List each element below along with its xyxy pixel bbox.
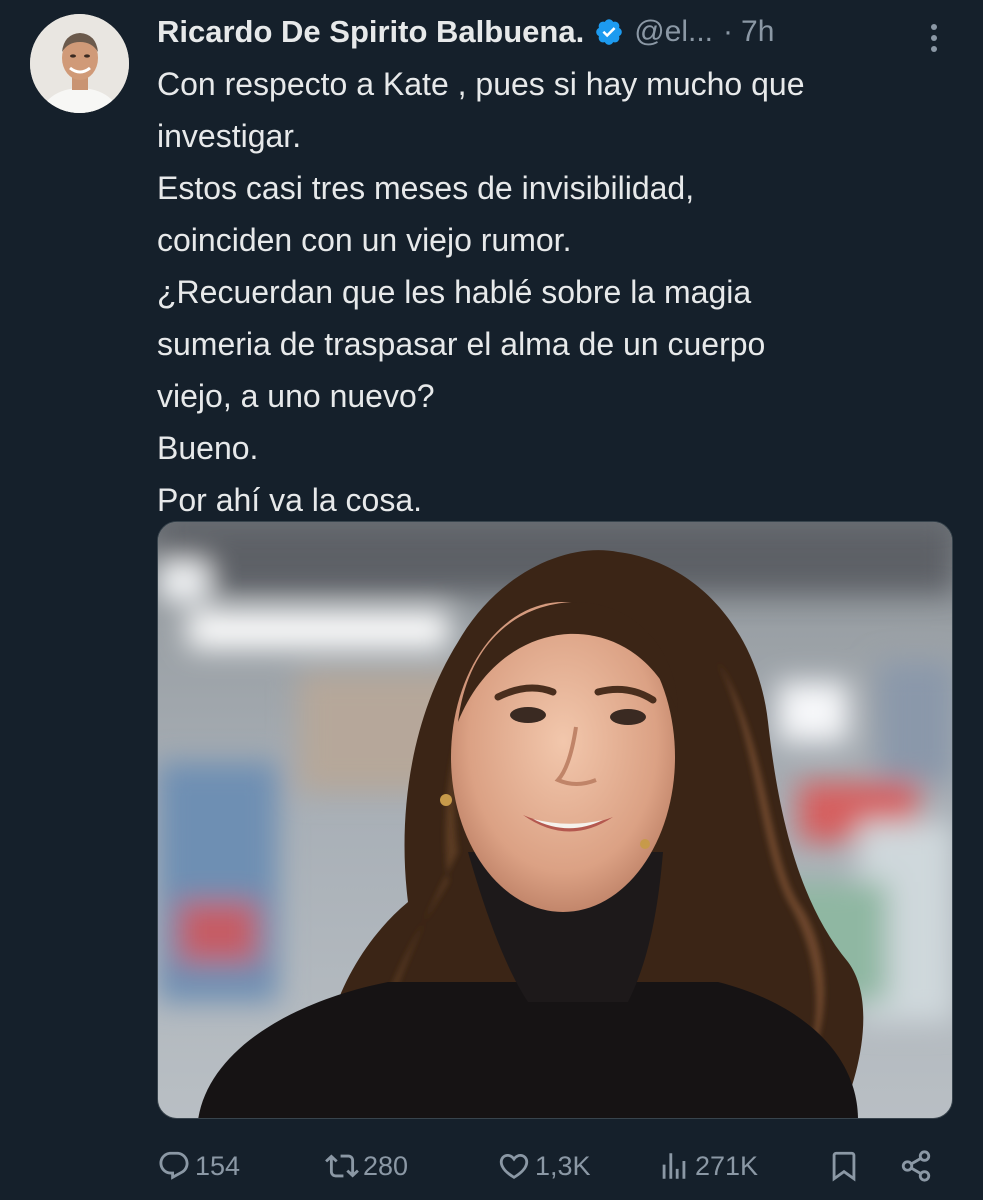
bookmark-button[interactable] xyxy=(827,1144,861,1188)
tweet-header: Ricardo De Spirito Balbuena. @el... · 7h xyxy=(157,12,955,52)
bookmark-icon xyxy=(832,1151,856,1182)
tweet: Ricardo De Spirito Balbuena. @el... · 7h… xyxy=(0,0,983,1200)
retweet-button[interactable]: 280 xyxy=(325,1144,408,1188)
comment-icon xyxy=(159,1151,189,1180)
tweet-text-line: sumeria de traspasar el alma de un cuerp… xyxy=(157,326,766,362)
like-count: 1,3K xyxy=(535,1150,591,1181)
display-name[interactable]: Ricardo De Spirito Balbuena. xyxy=(157,14,584,50)
avatar[interactable] xyxy=(30,14,129,113)
tweet-text-line: coinciden con un viejo rumor. xyxy=(157,222,572,258)
user-handle[interactable]: @el... xyxy=(634,15,713,49)
share-button[interactable] xyxy=(899,1144,933,1188)
tweet-text-line: viejo, a uno nuevo? xyxy=(157,378,435,414)
views-count: 271K xyxy=(695,1150,759,1181)
tweet-text-line: Con respecto a Kate , pues si hay mucho … xyxy=(157,66,805,102)
like-button[interactable]: 1,3K xyxy=(497,1144,591,1188)
heart-icon xyxy=(499,1153,529,1179)
views-button[interactable]: 271K xyxy=(657,1144,758,1188)
verified-badge-icon xyxy=(596,19,623,45)
tweet-text-line: ¿Recuerdan que les hablé sobre la magia xyxy=(157,274,752,310)
bar-chart-icon xyxy=(662,1153,686,1179)
retweet-count: 280 xyxy=(363,1150,409,1181)
tweet-text: Con respecto a Kate , pues si hay mucho … xyxy=(157,58,955,526)
tweet-text-line: investigar. xyxy=(157,118,302,154)
separator-dot: · xyxy=(723,15,734,48)
tweet-actions: 154 280 1,3K 271K xyxy=(157,1144,953,1188)
tweet-text-line: Por ahí va la cosa. xyxy=(157,482,423,518)
retweet-icon xyxy=(325,1154,359,1178)
share-icon xyxy=(901,1150,931,1182)
more-vertical-icon[interactable] xyxy=(927,23,941,53)
reply-count: 154 xyxy=(195,1150,241,1181)
tweet-text-line: Estos casi tres meses de invisibilidad, xyxy=(157,170,695,206)
timestamp[interactable]: 7h xyxy=(741,15,774,49)
reply-button[interactable]: 154 xyxy=(157,1144,240,1188)
tweet-photo[interactable] xyxy=(157,521,953,1119)
tweet-text-line: Bueno. xyxy=(157,430,259,466)
